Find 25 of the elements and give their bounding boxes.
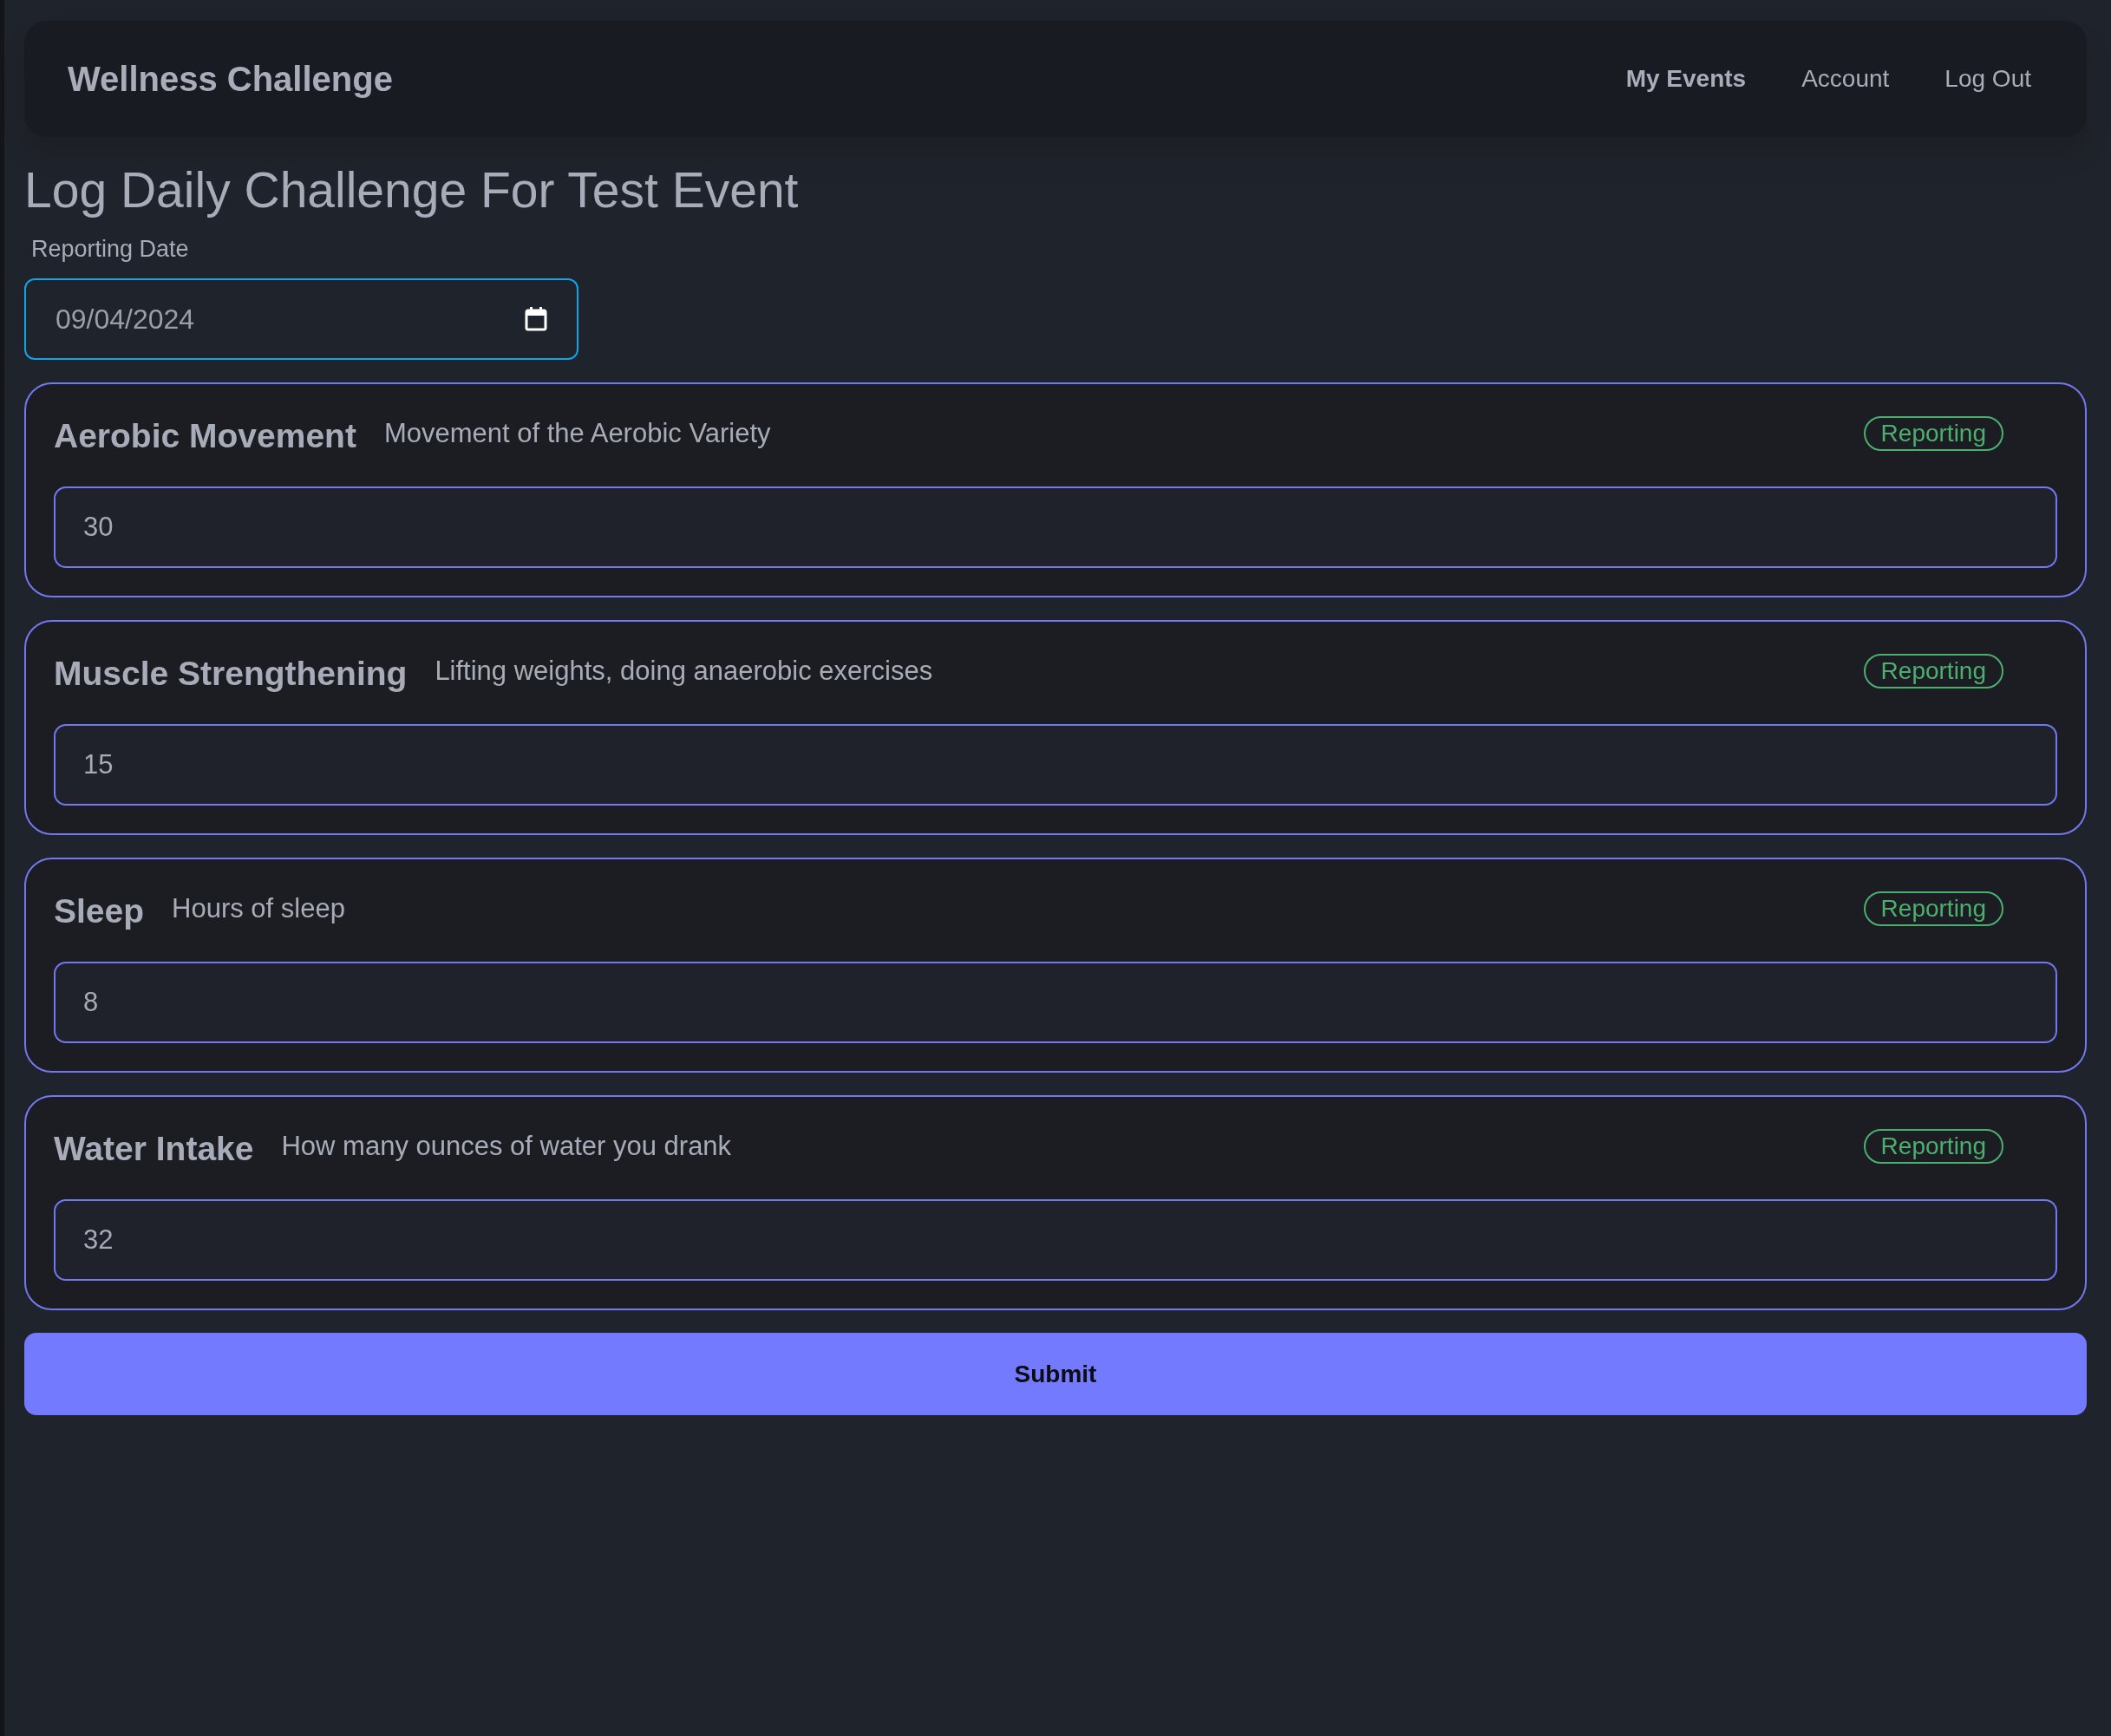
challenge-name: Sleep	[54, 892, 145, 930]
challenge-name: Muscle Strengthening	[54, 655, 408, 693]
challenge-description: Lifting weights, doing anaerobic exercises	[435, 656, 933, 687]
input-field[interactable]: 15	[54, 724, 2057, 806]
challenge-description: Hours of sleep	[172, 893, 345, 924]
status-badge: Reporting	[1863, 1129, 2003, 1164]
status-badge: Reporting	[1863, 416, 2003, 451]
field-label: Reporting Date	[31, 236, 190, 263]
nav-link[interactable]: My Events	[1625, 65, 1747, 93]
challenge-description: Movement of the Aerobic Variety	[383, 418, 771, 449]
submit-button[interactable]: Submit	[24, 1333, 2087, 1415]
input-field[interactable]: 30	[54, 486, 2057, 568]
challenge-description: How many ounces of water you drank	[281, 1131, 732, 1162]
status-badge: Reporting	[1863, 891, 2003, 926]
calendar-icon[interactable]	[525, 307, 547, 331]
challenge-name: Aerobic Movement	[54, 417, 356, 455]
brand-title[interactable]: Wellness Challenge	[68, 59, 393, 99]
date-field[interactable]: 09/04/2024	[24, 278, 578, 360]
challenge-name: Water Intake	[54, 1130, 254, 1168]
page-title: Log Daily Challenge For Test Event	[24, 161, 800, 219]
input-field[interactable]: 32	[54, 1199, 2057, 1281]
nav-link[interactable]: Log Out	[1944, 65, 2031, 93]
status-badge: Reporting	[1863, 654, 2003, 689]
input-field[interactable]: 8	[54, 962, 2057, 1043]
nav-link[interactable]: Account	[1801, 65, 1890, 93]
